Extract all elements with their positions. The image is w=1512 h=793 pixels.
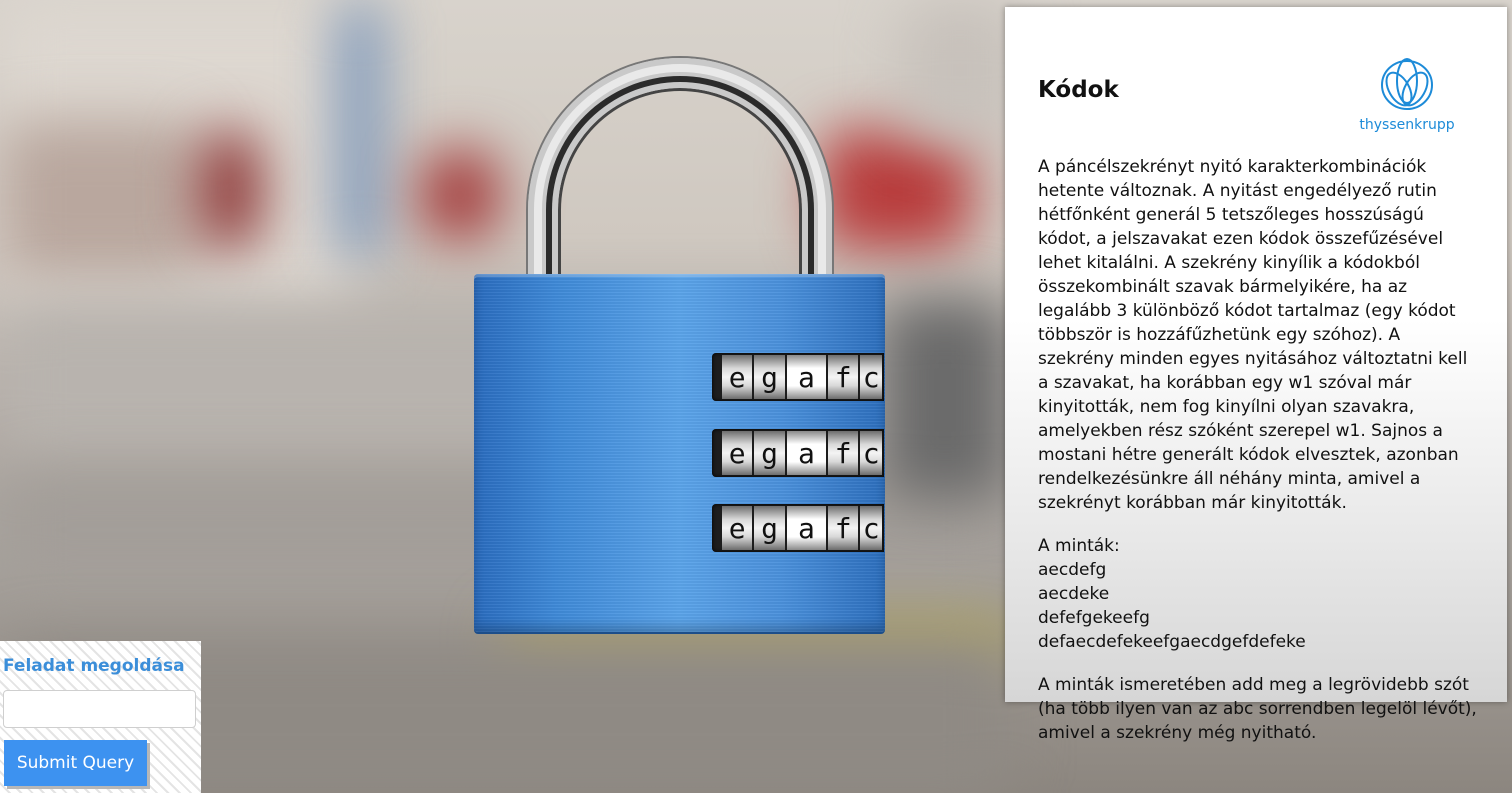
question-paragraph: A minták ismeretében add meg a legrövide… (1038, 675, 1477, 743)
dial-wheel[interactable]: g (754, 355, 785, 399)
dial-wheel[interactable]: f (828, 431, 859, 475)
panel-title: Kódok (1038, 77, 1119, 103)
panel-description: A páncélszekrényt nyitó karakterkombinác… (1038, 155, 1478, 764)
sample-item: defefgekeefg (1038, 608, 1150, 628)
sample-item: aecdeke (1038, 584, 1110, 604)
dial-wheel[interactable]: e (722, 355, 753, 399)
thyssenkrupp-logo: thyssenkrupp (1359, 57, 1455, 133)
dial-wheel[interactable]: e (722, 506, 753, 550)
dial-wheel[interactable]: f (828, 506, 859, 550)
dial-wheel[interactable]: g (754, 506, 785, 550)
sample-item: defaecdefekeefgaecdgefdefeke (1038, 632, 1306, 652)
sample-item: aecdefg (1038, 560, 1107, 580)
dial-wheel[interactable]: c (860, 431, 883, 475)
dial-wheel[interactable]: c (860, 506, 883, 550)
dial-wheel[interactable]: a (786, 355, 827, 399)
samples-block: A minták: aecdefg aecdeke defefgekeefg d… (1038, 534, 1478, 654)
combination-dial-3[interactable]: e g a f c (712, 504, 884, 552)
dial-wheel[interactable]: c (860, 355, 883, 399)
task-panel: Kódok thyssenkrupp A páncélszekrényt nyi… (1005, 7, 1507, 743)
dial-wheel[interactable]: a (786, 431, 827, 475)
samples-label: A minták: (1038, 536, 1120, 556)
answer-form: Feladat megoldása Submit Query (0, 641, 201, 793)
description-paragraph: A páncélszekrényt nyitó karakterkombinác… (1038, 157, 1468, 513)
dial-wheel[interactable]: a (786, 506, 827, 550)
combination-dial-1[interactable]: e g a f c (712, 353, 884, 401)
dial-wheel[interactable]: e (722, 431, 753, 475)
answer-label: Feladat megoldása (3, 656, 185, 676)
dial-wheel[interactable]: g (754, 431, 785, 475)
combination-dial-2[interactable]: e g a f c (712, 429, 884, 477)
answer-input[interactable] (3, 690, 196, 728)
submit-button[interactable]: Submit Query (4, 740, 147, 786)
dial-wheel[interactable]: f (828, 355, 859, 399)
logo-text: thyssenkrupp (1359, 117, 1455, 133)
logo-icon (1381, 58, 1433, 110)
